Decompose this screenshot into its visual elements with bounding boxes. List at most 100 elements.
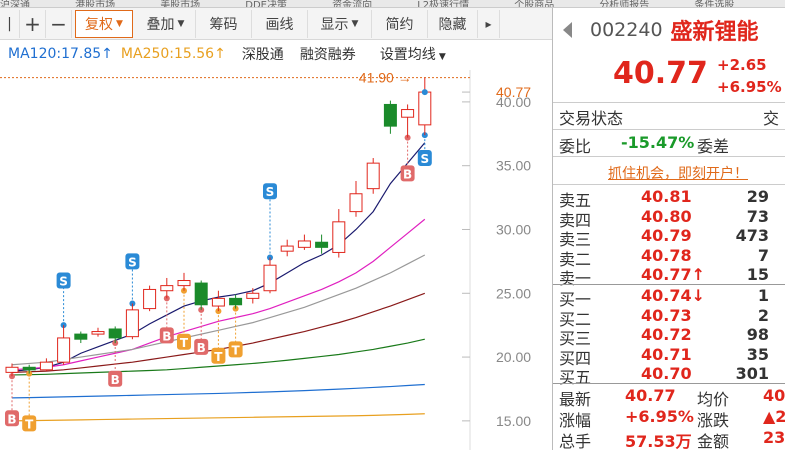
top-menu-item[interactable]: DDE决策 xyxy=(245,0,287,7)
fuquan-button[interactable]: 复权 ▼ xyxy=(75,9,133,38)
candle-body xyxy=(194,282,208,306)
price-change-pct: +6.95% xyxy=(717,78,782,96)
bid-row[interactable]: 买三 40.72 98 xyxy=(553,325,785,348)
bid-price: 40.70 xyxy=(641,364,692,383)
bid-row[interactable]: 买二 40.73 2 xyxy=(553,306,785,329)
stats-value: 40 xyxy=(763,386,785,405)
top-menu-item[interactable]: L2极速行情 xyxy=(417,0,469,7)
setup-ma-button[interactable]: 设置均线 ▼ xyxy=(372,44,446,64)
y-tick-label: 35.00 xyxy=(496,158,531,174)
zoom-in-button[interactable]: + xyxy=(20,9,46,38)
candle-body xyxy=(211,297,225,307)
weibi-row: 委比 -15.47% 委差 xyxy=(553,133,785,156)
signal-marker-label: T xyxy=(25,417,34,431)
stats-row: 涨幅 +6.95% 涨跌 ▲2 xyxy=(553,407,785,430)
top-menu-item[interactable]: 条件选股 xyxy=(694,0,734,7)
status-row: 交易状态 交 xyxy=(553,105,785,128)
ask-row[interactable]: 卖五 40.81 29 xyxy=(553,187,785,210)
candle-body xyxy=(39,361,53,371)
bid-row[interactable]: 买一 40.74↓ 1 xyxy=(553,286,785,309)
candle-body xyxy=(332,221,346,253)
chart-toolbar: | + − 复权 ▼ 叠加 ▼ 筹码 画线 显示 ▼ 简约 隐藏 ▸ xyxy=(0,8,552,40)
bid-label: 买五 xyxy=(559,368,592,387)
candle-body xyxy=(418,91,432,126)
top-menu-item[interactable]: 沪深通 xyxy=(0,0,30,7)
high-price-label: 41.90 → xyxy=(359,70,412,86)
candle-body xyxy=(74,333,88,340)
weicha-label: 委差 xyxy=(697,137,730,156)
bid-volume: 35 xyxy=(746,344,769,364)
candle-body xyxy=(160,285,174,292)
zoom-out-button[interactable]: − xyxy=(46,9,72,38)
stats-row: 总手 57.53万金额 23.1 xyxy=(553,428,785,451)
caret-down-icon: ▼ xyxy=(177,18,185,29)
shgt-link[interactable]: 深股通 xyxy=(242,44,284,64)
display-button[interactable]: 显示 ▼ xyxy=(308,9,372,38)
rzrq-link[interactable]: 融资融券 xyxy=(300,44,356,64)
ask-row[interactable]: 卖二 40.78 7 xyxy=(553,245,785,269)
ma-legend-row: MA120:17.85↑ MA250:15.56↑ 深股通 融资融券 设置均线 ▼ xyxy=(0,40,552,68)
signal-marker-label: B xyxy=(7,412,16,426)
candle-body xyxy=(263,264,277,292)
ask-volume: 29 xyxy=(746,187,769,206)
y-tick-label: 25.00 xyxy=(496,285,531,301)
top-menu-item[interactable]: 资金流向 xyxy=(332,0,372,7)
signal-marker-label: S xyxy=(420,152,429,166)
signal-marker-label: S xyxy=(59,275,68,289)
stats-label: 总手 xyxy=(559,432,592,451)
bid-row[interactable]: 买四 40.71 35 xyxy=(553,344,785,368)
bid-row[interactable]: 买五 40.70 301 xyxy=(553,364,785,387)
last-price: 40.77 xyxy=(613,56,708,91)
signal-marker-label: S xyxy=(128,255,137,269)
candle-body xyxy=(383,103,397,127)
ask-row[interactable]: 卖一 40.77↑ 15 xyxy=(553,265,785,288)
candle-body xyxy=(91,331,105,335)
hide-button[interactable]: 隐藏 xyxy=(428,9,478,38)
ask-price: 40.78 xyxy=(641,245,692,265)
top-menu-item[interactable]: 个股商品 xyxy=(514,0,554,7)
bid-volume: 98 xyxy=(746,325,769,344)
caret-down-icon: ▼ xyxy=(116,18,123,29)
ask-price: 40.80 xyxy=(641,206,692,226)
candle-body xyxy=(125,309,139,338)
ask-row[interactable]: 卖四 40.80 73 xyxy=(553,206,785,230)
display-label: 显示 xyxy=(320,16,349,33)
draw-line-button[interactable]: 画线 xyxy=(252,9,308,38)
y-tick-label: 15.00 xyxy=(496,413,531,429)
y-tick-label: 20.00 xyxy=(496,349,531,365)
stats-value: 40.77 xyxy=(625,386,676,405)
top-menu-item[interactable]: 分析师报告 xyxy=(599,0,649,7)
open-account-link[interactable]: 抓住机会，即刻开户！ xyxy=(608,163,748,183)
y-tick-label: 30.00 xyxy=(496,221,531,237)
simple-button[interactable]: 简约 xyxy=(372,9,428,38)
ask-row[interactable]: 卖三 40.79 473 xyxy=(553,226,785,249)
ma-line xyxy=(11,383,425,399)
overlay-button[interactable]: 叠加 ▼ xyxy=(136,9,196,38)
candle-body xyxy=(22,366,36,371)
caret-down-icon: ▼ xyxy=(438,52,446,62)
back-arrow-icon[interactable] xyxy=(563,22,572,38)
chips-button[interactable]: 筹码 xyxy=(196,9,252,38)
toolbar-more[interactable]: ▸ xyxy=(478,9,500,38)
ma-line xyxy=(11,413,425,422)
top-menu-item[interactable]: 港股市场 xyxy=(75,0,115,7)
candle-body xyxy=(229,297,243,306)
signal-marker-label: T xyxy=(214,350,223,364)
ask-volume: 473 xyxy=(735,226,769,245)
stats-row: 最新 40.77 均价 40 xyxy=(553,386,785,409)
caret-down-icon: ▼ xyxy=(351,18,359,29)
ask-price: 40.81 xyxy=(641,187,692,206)
price-row: 40.77 +2.65 +6.95% xyxy=(553,52,785,102)
bid-price: 40.74↓ xyxy=(641,286,706,305)
top-menu-item[interactable]: 美股市场 xyxy=(160,0,200,7)
fuquan-label: 复权 xyxy=(85,16,114,33)
signal-marker-label: B xyxy=(197,341,206,355)
toolbar-prev[interactable]: | xyxy=(0,9,20,38)
candle-body xyxy=(5,366,19,373)
candle-body xyxy=(315,241,329,248)
ask-price: 40.79 xyxy=(641,226,692,245)
stats-value: 57.53万 xyxy=(625,432,692,451)
candlestick-chart[interactable]: 40.7740.0035.0030.0025.0020.0015.00SSSSB… xyxy=(0,70,552,450)
quote-panel: 002240 盛新锂能 40.77 +2.65 +6.95% 交易状态 交 委比… xyxy=(553,8,785,451)
divider-line xyxy=(553,102,785,103)
